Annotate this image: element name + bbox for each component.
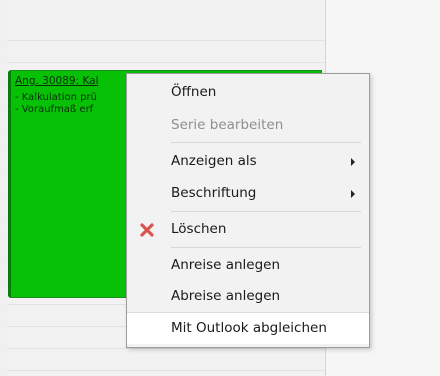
menu-item-anzeigen-als[interactable]: Anzeigen als — [127, 146, 369, 177]
menu-item-label: Serie bearbeiten — [171, 117, 284, 133]
appointment-line: - Kalkulation prü — [15, 92, 97, 103]
menu-item-abreise-anlegen[interactable]: Abreise anlegen — [127, 281, 369, 312]
menu-item-label: Anzeigen als — [171, 153, 257, 169]
menu-item-label: Mit Outlook abgleichen — [171, 320, 327, 336]
menu-separator — [171, 142, 361, 143]
menu-item-label: Öffnen — [171, 84, 217, 100]
submenu-arrow-icon — [351, 190, 355, 198]
delete-x-icon — [140, 223, 154, 237]
menu-item-beschriftung[interactable]: Beschriftung — [127, 178, 369, 209]
appointment-line: - Voraufmaß erf — [15, 104, 94, 115]
menu-item-label: Löschen — [171, 221, 227, 237]
appointment-title[interactable]: Ang. 30089: Kal — [15, 75, 99, 87]
submenu-arrow-icon — [351, 158, 355, 166]
menu-item-label: Beschriftung — [171, 185, 257, 201]
menu-item-label: Abreise anlegen — [171, 288, 281, 304]
menu-separator — [171, 211, 361, 212]
menu-item-oeffnen[interactable]: Öffnen — [127, 77, 369, 108]
menu-item-label: Anreise anlegen — [171, 257, 281, 273]
context-menu: Öffnen Serie bearbeiten Anzeigen als Bes… — [126, 73, 370, 348]
menu-item-anreise-anlegen[interactable]: Anreise anlegen — [127, 250, 369, 281]
menu-separator — [171, 247, 361, 248]
menu-item-loeschen[interactable]: Löschen — [127, 214, 369, 245]
menu-item-serie-bearbeiten: Serie bearbeiten — [127, 110, 369, 141]
menu-item-mit-outlook-abgleichen[interactable]: Mit Outlook abgleichen — [127, 312, 369, 344]
